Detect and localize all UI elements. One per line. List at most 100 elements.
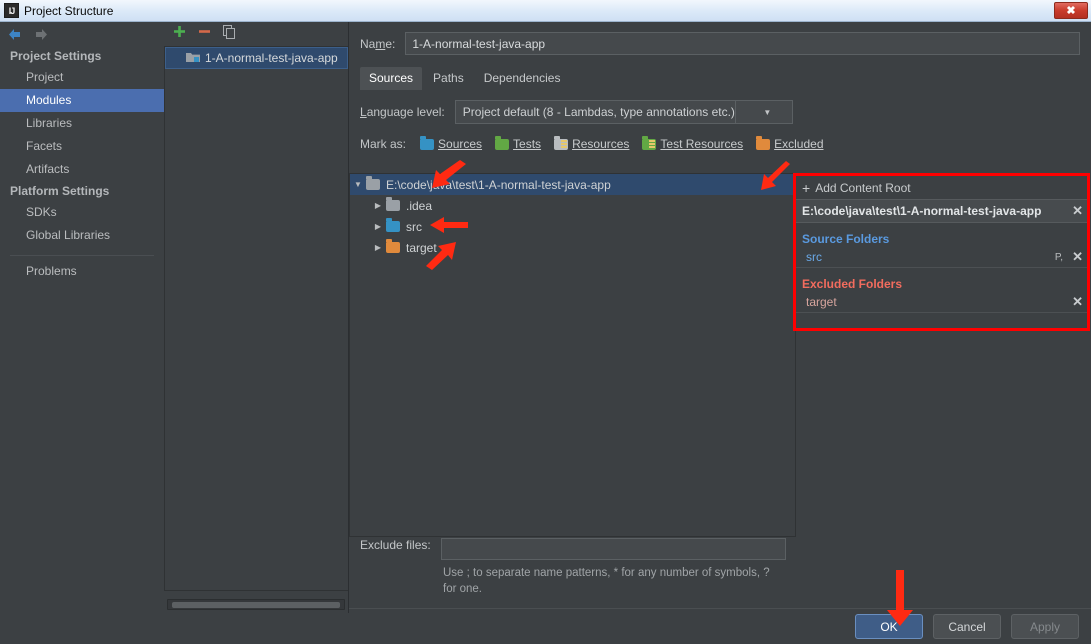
editor-tabs: Sources Paths Dependencies <box>360 67 1091 90</box>
mark-as-test-resources-label: Test Resources <box>660 137 744 151</box>
remove-source-folder-icon[interactable]: ✕ <box>1067 249 1083 265</box>
mark-as-sources[interactable]: Sources <box>420 135 483 151</box>
dialog-button-bar: OK Cancel Apply <box>349 608 1091 644</box>
window-title: Project Structure <box>24 3 114 18</box>
add-module-button[interactable] <box>173 25 186 43</box>
tree-root[interactable]: ▼ E:\code\java\test\1-A-normal-test-java… <box>350 174 795 195</box>
module-name: 1-A-normal-test-java-app <box>205 51 338 65</box>
module-list: 1-A-normal-test-java-app <box>164 46 348 591</box>
mark-as-excluded-label: Excluded <box>774 137 824 151</box>
tab-sources[interactable]: Sources <box>360 67 423 90</box>
mark-as-resources[interactable]: Resources <box>554 135 630 151</box>
sidebar-item-global-libraries[interactable]: Global Libraries <box>0 224 164 247</box>
tree-src-label: src <box>406 219 422 234</box>
close-icon[interactable]: ✖ <box>1054 2 1088 19</box>
name-input[interactable] <box>405 32 1080 55</box>
tree-idea-label: .idea <box>406 198 433 213</box>
mark-as-label: Mark as: <box>360 137 407 151</box>
sidebar-item-artifacts[interactable]: Artifacts <box>0 158 164 181</box>
language-level-row: Language level: Project default (8 - Lam… <box>349 90 1091 124</box>
content-root-path: E:\code\java\test\1-A-normal-test-java-a… <box>802 204 1042 218</box>
language-level-value: Project default (8 - Lambdas, type annot… <box>462 105 735 119</box>
module-folder-icon <box>186 51 200 66</box>
source-folders-heading: Source Folders <box>802 232 890 246</box>
cancel-button[interactable]: Cancel <box>933 614 1001 639</box>
folder-excluded-icon <box>756 135 771 150</box>
list-item[interactable]: 1-A-normal-test-java-app <box>165 47 348 69</box>
name-label: Name: <box>360 36 396 51</box>
folder-sources-icon <box>386 218 400 232</box>
folder-excluded-icon <box>386 239 400 253</box>
add-content-root-button[interactable]: + Add Content Root <box>796 176 1087 199</box>
exclude-files-input[interactable] <box>440 538 786 560</box>
exclude-files-hint: Use ; to separate name patterns, * for a… <box>443 567 770 595</box>
source-folder-name[interactable]: src <box>806 250 1055 264</box>
chevron-down-icon[interactable]: ▼ <box>350 180 366 189</box>
remove-content-root-icon[interactable]: ✕ <box>1067 203 1083 219</box>
chevron-right-icon[interactable]: ▶ <box>370 243 386 252</box>
tree-root-label: E:\code\java\test\1-A-normal-test-java-a… <box>386 177 611 192</box>
tree-src[interactable]: ▶ src <box>350 216 795 237</box>
sidebar-group-project-settings: Project Settings <box>10 49 102 63</box>
module-list-panel: 1-A-normal-test-java-app <box>164 22 349 613</box>
chevron-right-icon[interactable]: ▶ <box>370 222 386 231</box>
tab-dependencies[interactable]: Dependencies <box>475 67 570 90</box>
sidebar-item-facets[interactable]: Facets <box>0 135 164 158</box>
folder-icon <box>386 197 400 211</box>
tree-target-label: target <box>406 240 437 255</box>
chevron-down-icon[interactable]: ▼ <box>734 101 792 123</box>
exclude-files-area: Exclude files: Use ; to separate name pa… <box>349 538 1091 608</box>
back-arrow-icon[interactable] <box>6 27 23 42</box>
copy-icon[interactable] <box>223 24 236 44</box>
tab-paths[interactable]: Paths <box>424 67 473 90</box>
plus-icon: + <box>802 180 811 196</box>
sidebar-item-project[interactable]: Project <box>0 66 164 89</box>
remove-module-button[interactable] <box>198 25 211 43</box>
ok-button[interactable]: OK <box>855 614 923 639</box>
module-list-hscrollbar[interactable] <box>167 599 345 610</box>
name-row: Name: <box>349 22 1091 55</box>
chevron-right-icon[interactable]: ▶ <box>370 201 386 210</box>
forward-arrow-icon <box>33 27 50 42</box>
source-folder-prefix: P, <box>1054 251 1064 263</box>
remove-excluded-folder-icon[interactable]: ✕ <box>1067 294 1083 310</box>
tree-target[interactable]: ▶ target <box>350 237 795 258</box>
module-list-toolbar <box>164 22 348 46</box>
source-folder-row: src P, ✕ <box>796 248 1087 268</box>
mark-as-sources-label: Sources <box>438 137 483 151</box>
project-structure-dialog: IJ Project Structure ✖ Project Settings … <box>0 0 1091 644</box>
apply-button: Apply <box>1011 614 1079 639</box>
excluded-folder-name[interactable]: target <box>806 295 1067 309</box>
mark-as-excluded[interactable]: Excluded <box>756 135 824 151</box>
tree-idea[interactable]: ▶ .idea <box>350 195 795 216</box>
folder-test-resources-icon <box>642 135 657 150</box>
mark-as-row: Mark as: Sources Tests Resources Test Re… <box>349 124 1091 151</box>
language-level-select[interactable]: Project default (8 - Lambdas, type annot… <box>454 100 793 124</box>
title-bar: IJ Project Structure ✖ <box>0 0 1091 22</box>
exclude-files-label: Exclude files: <box>360 538 431 552</box>
mark-as-test-resources[interactable]: Test Resources <box>642 135 744 151</box>
sidebar-divider <box>10 255 154 256</box>
sidebar-item-modules[interactable]: Modules <box>0 89 164 112</box>
sidebar-group-platform-settings: Platform Settings <box>10 184 110 198</box>
folder-sources-icon <box>420 135 435 150</box>
sidebar-item-sdks[interactable]: SDKs <box>0 201 164 224</box>
content-root-detail-panel: + Add Content Root E:\code\java\test\1-A… <box>793 173 1090 331</box>
content-tree: ▼ E:\code\java\test\1-A-normal-test-java… <box>349 173 796 537</box>
mark-as-tests[interactable]: Tests <box>495 135 542 151</box>
navigation-toolbar <box>0 22 164 46</box>
add-content-root-label: Add Content Root <box>815 181 911 195</box>
settings-sidebar: Project Settings Project Modules Librari… <box>0 46 164 613</box>
sidebar-item-problems[interactable]: Problems <box>0 260 164 283</box>
mark-as-tests-label: Tests <box>513 137 542 151</box>
language-level-label: Language level: <box>360 105 445 119</box>
folder-icon <box>366 176 380 190</box>
folder-resources-icon <box>554 135 569 150</box>
excluded-folders-heading: Excluded Folders <box>802 277 903 291</box>
intellij-idea-icon: IJ <box>4 3 19 18</box>
folder-tests-icon <box>495 135 510 150</box>
mark-as-resources-label: Resources <box>572 137 630 151</box>
content-root-row: E:\code\java\test\1-A-normal-test-java-a… <box>796 199 1087 223</box>
sidebar-item-libraries[interactable]: Libraries <box>0 112 164 135</box>
bottom-left-strip <box>0 613 349 644</box>
